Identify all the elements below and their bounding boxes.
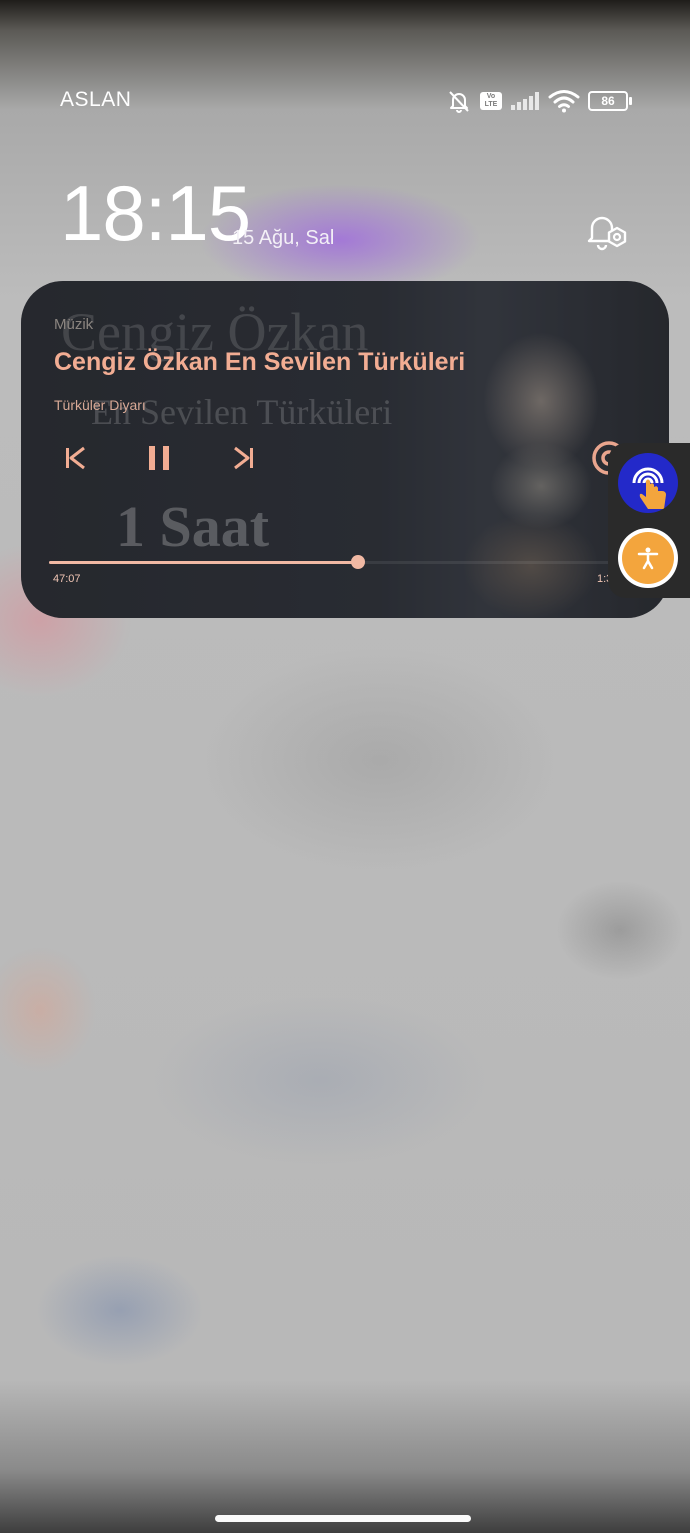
media-player-card[interactable]: Cengiz Özkan En Sevilen Türküleri 1 Saat…: [21, 281, 669, 618]
song-title: Cengiz Özkan En Sevilen Türküleri: [54, 348, 466, 376]
lock-clock: 18:15: [60, 169, 251, 257]
previous-button[interactable]: [53, 436, 97, 480]
signal-icon: [511, 92, 539, 110]
volte-icon: Vo LTE: [480, 92, 502, 110]
seek-bar-thumb[interactable]: [351, 555, 365, 569]
status-bar: ASLAN Vo LTE 86: [0, 86, 690, 116]
battery-icon: 86: [588, 91, 632, 111]
accessibility-button[interactable]: [618, 528, 678, 588]
carrier-name: ASLAN: [60, 88, 132, 111]
status-icons: Vo LTE 86: [446, 86, 632, 116]
artwork-overlay: [21, 281, 669, 618]
seek-bar[interactable]: [49, 555, 649, 569]
pause-icon: [149, 446, 169, 470]
touch-assistant-icon: [632, 467, 666, 509]
next-button[interactable]: [222, 436, 266, 480]
bell-muted-icon: [449, 91, 469, 113]
home-indicator[interactable]: [215, 1515, 471, 1522]
volte-label-top: Vo: [486, 93, 496, 100]
media-app-name: Müzik: [54, 316, 94, 333]
accessibility-icon-bg: [622, 532, 674, 584]
lock-date: 15 Ağu, Sal: [232, 227, 335, 249]
seek-bar-fill: [49, 561, 358, 564]
battery-level: 86: [601, 94, 615, 108]
accessibility-icon: [637, 547, 659, 570]
skip-next-icon: [234, 446, 253, 470]
volte-label-bottom: LTE: [484, 101, 498, 108]
elapsed-time: 47:07: [53, 573, 81, 585]
touch-assistant-button[interactable]: [618, 453, 678, 513]
pause-button[interactable]: [137, 436, 181, 480]
wifi-icon: [548, 90, 580, 113]
skip-previous-icon: [66, 446, 85, 470]
alarm-settings-icon[interactable]: [584, 208, 632, 252]
song-artist: Türküler Diyarı: [54, 397, 146, 413]
